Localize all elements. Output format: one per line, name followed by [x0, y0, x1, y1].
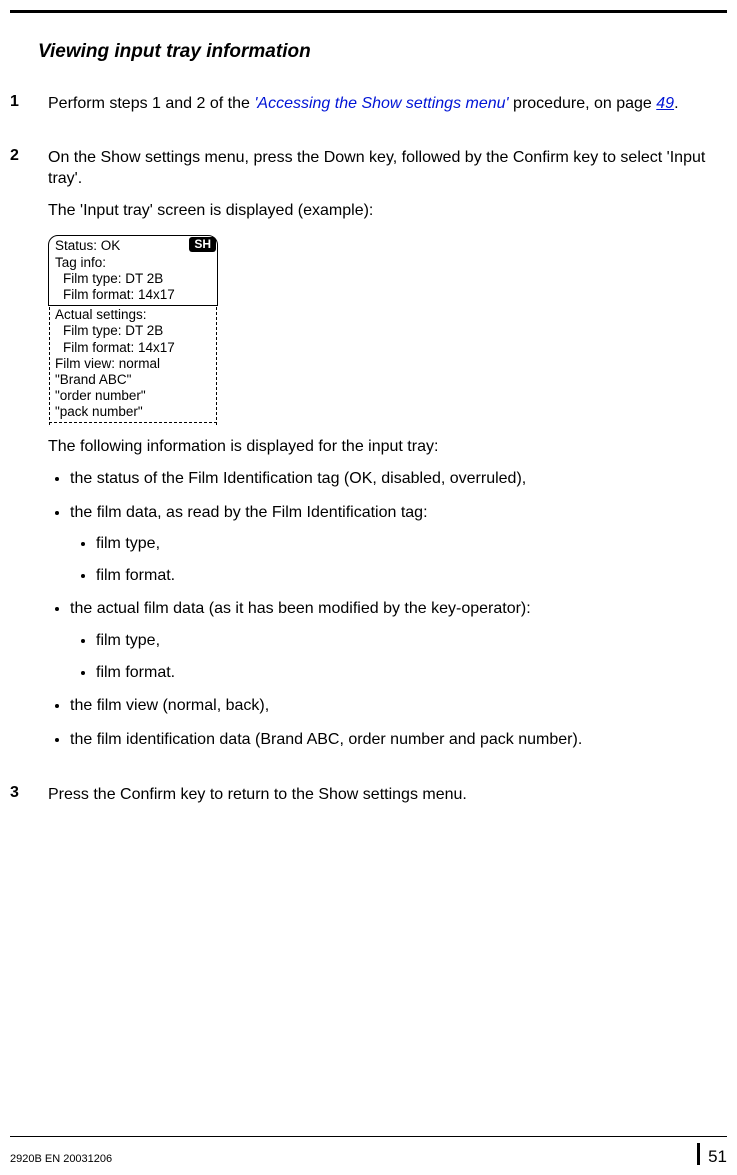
step-1: 1 Perform steps 1 and 2 of the 'Accessin…: [10, 93, 727, 125]
device-screen-example: SH Status: OK Tag info: Film type: DT 2B…: [48, 235, 218, 426]
screen-line: Film type: DT 2B: [53, 271, 213, 287]
text: the status of the Film Identification ta…: [70, 470, 526, 487]
page-footer: 2920B EN 20031206 51: [10, 1136, 727, 1175]
step-body: On the Show settings menu, press the Dow…: [48, 147, 727, 763]
text: Perform steps 1 and 2 of the: [48, 95, 254, 112]
text: the film data, as read by the Film Ident…: [70, 504, 428, 521]
sh-badge: SH: [189, 237, 216, 251]
list-item: film format.: [96, 662, 727, 684]
document-page: Viewing input tray information 1 Perform…: [0, 0, 737, 1175]
screen-line: "Brand ABC": [53, 372, 213, 388]
info-list: the status of the Film Identification ta…: [48, 468, 727, 750]
page-reference-link[interactable]: 49: [656, 95, 674, 112]
dashed-bottom: [49, 422, 217, 423]
list-item: the film identification data (Brand ABC,…: [70, 729, 727, 751]
screen-line: Film format: 14x17: [53, 287, 213, 303]
step-3: 3 Press the Confirm key to return to the…: [10, 784, 727, 816]
list-item: film type,: [96, 533, 727, 555]
footer-doc-id: 2920B EN 20031206: [10, 1153, 112, 1165]
text: film type,: [96, 535, 160, 552]
screen-line: Tag info:: [53, 255, 213, 271]
list-item: the actual film data (as it has been mod…: [70, 598, 727, 683]
footer-page-number: 51: [697, 1143, 727, 1165]
section-title: Viewing input tray information: [38, 41, 727, 63]
list-item: the film data, as read by the Film Ident…: [70, 502, 727, 587]
screen-line: Actual settings:: [53, 307, 213, 323]
step-2-paragraph-3: The following information is displayed f…: [48, 436, 727, 458]
list-item: film format.: [96, 565, 727, 587]
step-3-paragraph: Press the Confirm key to return to the S…: [48, 784, 727, 806]
screen-line: "pack number": [53, 404, 213, 420]
step-2: 2 On the Show settings menu, press the D…: [10, 147, 727, 763]
list-item: film type,: [96, 630, 727, 652]
screen-visible-area: SH Status: OK Tag info: Film type: DT 2B…: [48, 235, 218, 306]
step-body: Press the Confirm key to return to the S…: [48, 784, 727, 816]
text: the film view (normal, back),: [70, 697, 269, 714]
screen-line: "order number": [53, 388, 213, 404]
text: film format.: [96, 664, 175, 681]
step-2-paragraph-2: The 'Input tray' screen is displayed (ex…: [48, 200, 727, 222]
step-number: 2: [10, 147, 48, 763]
list-item: the film view (normal, back),: [70, 695, 727, 717]
text: the film identification data (Brand ABC,…: [70, 731, 582, 748]
sub-list: film type, film format.: [70, 630, 727, 683]
text: .: [674, 95, 678, 112]
step-number: 3: [10, 784, 48, 816]
text: film type,: [96, 632, 160, 649]
screen-line: Film type: DT 2B: [53, 323, 213, 339]
step-body: Perform steps 1 and 2 of the 'Accessing …: [48, 93, 727, 125]
screen-line: Film view: normal: [53, 356, 213, 372]
step-number: 1: [10, 93, 48, 125]
list-item: the status of the Film Identification ta…: [70, 468, 727, 490]
step-1-paragraph: Perform steps 1 and 2 of the 'Accessing …: [48, 93, 727, 115]
top-rule: [10, 10, 727, 13]
screen-scrolled-area: Actual settings: Film type: DT 2B Film f…: [48, 306, 218, 426]
screen-line: Film format: 14x17: [53, 340, 213, 356]
step-2-paragraph-1: On the Show settings menu, press the Dow…: [48, 147, 727, 190]
text: procedure, on page: [509, 95, 657, 112]
text: the actual film data (as it has been mod…: [70, 600, 531, 617]
cross-reference-link[interactable]: 'Accessing the Show settings menu': [254, 95, 508, 112]
sub-list: film type, film format.: [70, 533, 727, 586]
text: film format.: [96, 567, 175, 584]
